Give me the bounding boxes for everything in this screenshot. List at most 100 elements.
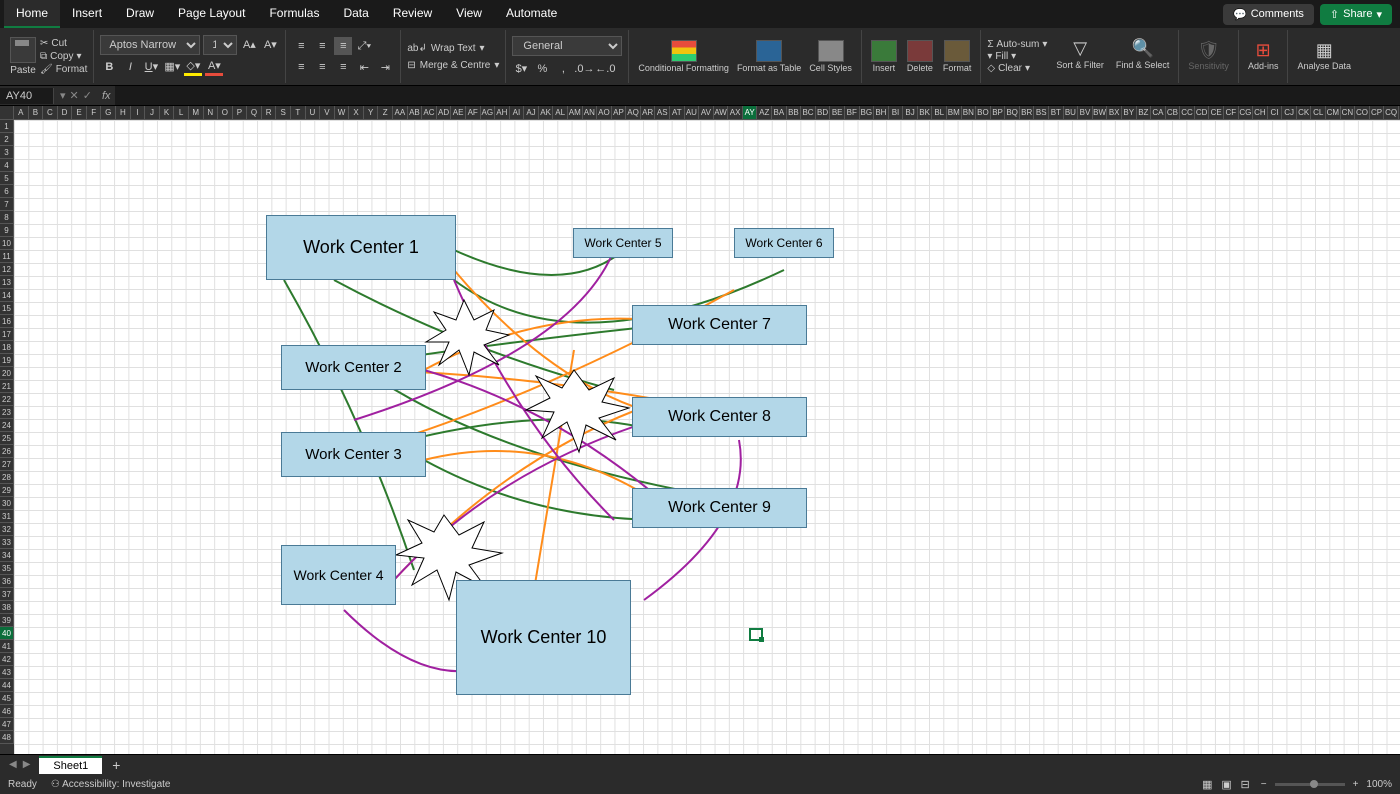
analyse-data-button[interactable]: ▦Analyse Data (1294, 41, 1354, 73)
column-header-CD[interactable]: CD (1195, 106, 1210, 119)
column-header-CH[interactable]: CH (1253, 106, 1268, 119)
decrease-indent-button[interactable]: ⇤ (355, 58, 373, 76)
shape-work-center-1[interactable]: Work Center 1 (266, 215, 456, 280)
column-header-BZ[interactable]: BZ (1137, 106, 1152, 119)
sheet-tab-1[interactable]: Sheet1 (39, 756, 102, 774)
fill-color-button[interactable]: ◇▾ (184, 58, 202, 76)
column-header-AO[interactable]: AO (597, 106, 612, 119)
column-header-AK[interactable]: AK (539, 106, 554, 119)
shape-work-center-3[interactable]: Work Center 3 (281, 432, 426, 477)
percent-button[interactable]: % (533, 60, 551, 78)
column-header-AV[interactable]: AV (699, 106, 714, 119)
row-header-26[interactable]: 26 (0, 445, 14, 458)
row-header-11[interactable]: 11 (0, 250, 14, 263)
column-header-AY[interactable]: AY (743, 106, 758, 119)
row-header-38[interactable]: 38 (0, 601, 14, 614)
fill-button[interactable]: ▾Fill▾ (987, 51, 1047, 62)
find-select-button[interactable]: 🔍Find & Select (1113, 39, 1173, 74)
row-header-1[interactable]: 1 (0, 120, 14, 133)
column-header-CC[interactable]: CC (1180, 106, 1195, 119)
column-header-AZ[interactable]: AZ (757, 106, 772, 119)
column-header-BT[interactable]: BT (1049, 106, 1064, 119)
cut-button[interactable]: ✂Cut (40, 38, 87, 49)
row-header-21[interactable]: 21 (0, 380, 14, 393)
cell-styles-button[interactable]: Cell Styles (806, 40, 855, 74)
column-header-W[interactable]: W (335, 106, 350, 119)
comments-button[interactable]: 💬Comments (1223, 4, 1314, 25)
copy-button[interactable]: ⧉Copy▾ (40, 51, 87, 62)
underline-button[interactable]: U▾ (142, 58, 160, 76)
fx-label[interactable]: fx (98, 90, 115, 102)
column-header-BS[interactable]: BS (1034, 106, 1049, 119)
normal-view-button[interactable]: ▦ (1199, 779, 1215, 791)
column-header-AC[interactable]: AC (422, 106, 437, 119)
row-header-16[interactable]: 16 (0, 315, 14, 328)
format-button[interactable]: Format (940, 40, 975, 74)
column-header-AX[interactable]: AX (728, 106, 743, 119)
increase-font-button[interactable]: A▴ (240, 36, 258, 54)
row-header-40[interactable]: 40 (0, 627, 14, 640)
column-header-BK[interactable]: BK (918, 106, 933, 119)
column-header-BD[interactable]: BD (816, 106, 831, 119)
row-header-18[interactable]: 18 (0, 341, 14, 354)
row-header-37[interactable]: 37 (0, 588, 14, 601)
column-header-BN[interactable]: BN (962, 106, 977, 119)
column-header-AS[interactable]: AS (655, 106, 670, 119)
column-header-D[interactable]: D (58, 106, 73, 119)
tab-insert[interactable]: Insert (60, 0, 114, 28)
column-header-CK[interactable]: CK (1297, 106, 1312, 119)
column-header-BG[interactable]: BG (860, 106, 875, 119)
column-header-H[interactable]: H (116, 106, 131, 119)
decrease-decimal-button[interactable]: ←.0 (596, 60, 614, 78)
row-header-42[interactable]: 42 (0, 653, 14, 666)
cells-area[interactable]: Work Center 1 Work Center 5 Work Center … (14, 120, 1400, 754)
column-header-BR[interactable]: BR (1020, 106, 1035, 119)
row-header-14[interactable]: 14 (0, 289, 14, 302)
column-header-AR[interactable]: AR (641, 106, 656, 119)
column-header-A[interactable]: A (14, 106, 29, 119)
column-header-CP[interactable]: CP (1370, 106, 1385, 119)
column-header-CF[interactable]: CF (1224, 106, 1239, 119)
column-header-I[interactable]: I (131, 106, 146, 119)
font-color-button[interactable]: A▾ (205, 58, 223, 76)
align-bottom-button[interactable]: ≡ (334, 37, 352, 55)
tab-formulas[interactable]: Formulas (257, 0, 331, 28)
insert-button[interactable]: Insert (868, 40, 900, 74)
column-header-BY[interactable]: BY (1122, 106, 1137, 119)
addins-button[interactable]: ⊞Add-ins (1245, 41, 1282, 73)
column-header-AT[interactable]: AT (670, 106, 685, 119)
row-header-36[interactable]: 36 (0, 575, 14, 588)
tab-review[interactable]: Review (381, 0, 444, 28)
increase-decimal-button[interactable]: .0→ (575, 60, 593, 78)
column-header-AE[interactable]: AE (451, 106, 466, 119)
row-header-27[interactable]: 27 (0, 458, 14, 471)
zoom-in-button[interactable]: + (1353, 779, 1359, 790)
autosum-button[interactable]: ΣAuto-sum▾ (987, 39, 1047, 50)
row-header-22[interactable]: 22 (0, 393, 14, 406)
column-header-CO[interactable]: CO (1355, 106, 1370, 119)
column-header-AQ[interactable]: AQ (626, 106, 641, 119)
next-sheet-button[interactable]: ▶ (20, 759, 34, 770)
row-header-46[interactable]: 46 (0, 705, 14, 718)
row-header-32[interactable]: 32 (0, 523, 14, 536)
column-header-Y[interactable]: Y (364, 106, 379, 119)
row-header-15[interactable]: 15 (0, 302, 14, 315)
share-button[interactable]: ⇧Share▾ (1320, 4, 1392, 25)
column-header-CM[interactable]: CM (1326, 106, 1341, 119)
column-header-Z[interactable]: Z (378, 106, 393, 119)
column-header-AB[interactable]: AB (408, 106, 423, 119)
row-header-41[interactable]: 41 (0, 640, 14, 653)
row-header-48[interactable]: 48 (0, 731, 14, 744)
column-header-M[interactable]: M (189, 106, 204, 119)
column-header-AU[interactable]: AU (685, 106, 700, 119)
align-middle-button[interactable]: ≡ (313, 37, 331, 55)
clear-button[interactable]: ◇Clear▾ (987, 63, 1047, 74)
formula-input[interactable] (115, 86, 1400, 105)
column-header-BH[interactable]: BH (874, 106, 889, 119)
format-as-table-button[interactable]: Format as Table (734, 40, 804, 74)
column-header-L[interactable]: L (174, 106, 189, 119)
merge-centre-button[interactable]: ⊟Merge & Centre▾ (407, 60, 499, 71)
column-header-BW[interactable]: BW (1093, 106, 1108, 119)
row-header-44[interactable]: 44 (0, 679, 14, 692)
column-header-BU[interactable]: BU (1064, 106, 1079, 119)
